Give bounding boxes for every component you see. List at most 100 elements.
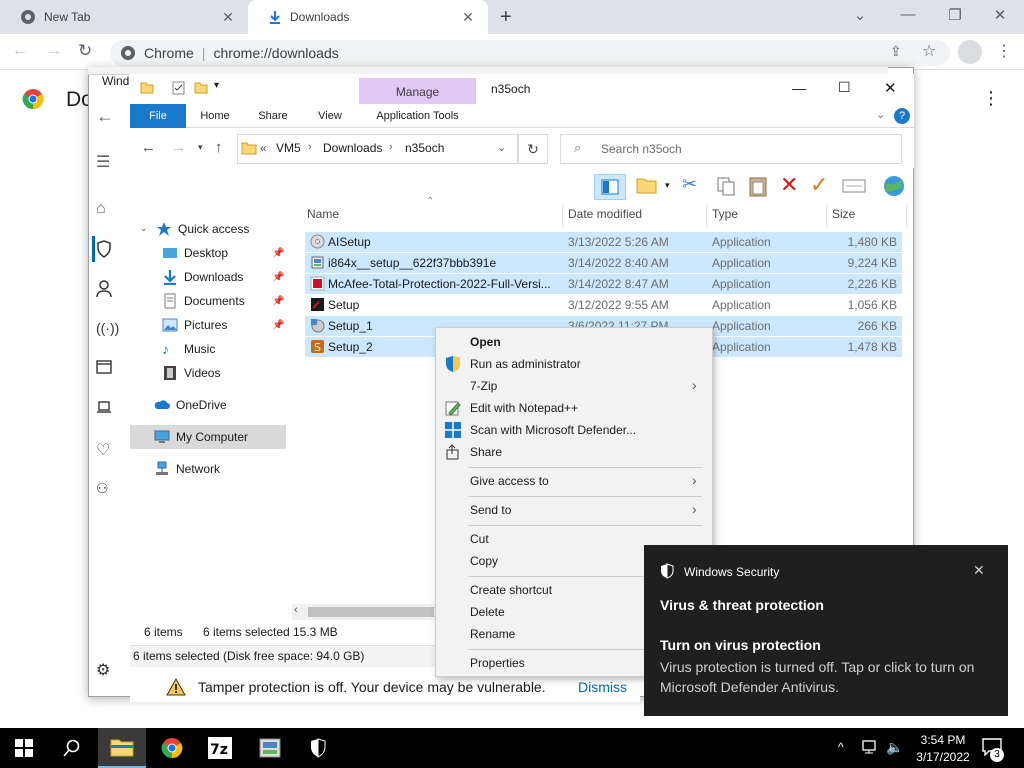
- family-icon[interactable]: ⚇: [96, 480, 122, 506]
- menu-give-access[interactable]: Give access to: [470, 470, 549, 492]
- menu-run-as-admin[interactable]: Run as administrator: [470, 353, 581, 375]
- home-icon[interactable]: ⌂: [96, 200, 122, 226]
- new-folder-icon[interactable]: [636, 175, 658, 195]
- laptop-icon[interactable]: [96, 400, 122, 426]
- bookmark-star-icon[interactable]: ☆: [922, 41, 936, 61]
- file-row[interactable]: Setup 3/12/2022 9:55 AM Application 1,05…: [305, 295, 902, 315]
- wireless-icon[interactable]: ((·)): [96, 320, 122, 346]
- column-type[interactable]: Type: [712, 205, 738, 223]
- clock-time[interactable]: 3:54 PM: [912, 733, 974, 747]
- close-icon[interactable]: ✕: [973, 562, 985, 579]
- delete-x-icon[interactable]: ✕: [780, 172, 798, 198]
- properties-check-icon[interactable]: [172, 81, 185, 95]
- nav-network[interactable]: Network: [154, 458, 220, 480]
- file-row[interactable]: i864x__setup__622f37bbb391e 3/14/2022 8:…: [305, 253, 902, 273]
- column-size[interactable]: Size: [832, 205, 855, 223]
- chevron-down-icon[interactable]: ⌄: [140, 223, 148, 234]
- dismiss-link[interactable]: Dismiss: [578, 679, 627, 695]
- refresh-icon[interactable]: ↻: [518, 134, 548, 164]
- chevron-down-icon[interactable]: ▾: [665, 180, 670, 191]
- nav-music[interactable]: ♪ Music: [162, 338, 215, 360]
- menu-cut[interactable]: Cut: [470, 528, 489, 550]
- file-row[interactable]: AISetup 3/13/2022 5:26 AM Application 1,…: [305, 232, 902, 252]
- maximize-icon[interactable]: ☐: [838, 79, 851, 96]
- app-browser-icon[interactable]: [96, 360, 122, 386]
- nav-documents[interactable]: Documents: [162, 290, 245, 312]
- breadcrumb-overflow[interactable]: «: [260, 141, 267, 155]
- settings-gear-icon[interactable]: ⚙: [96, 660, 122, 686]
- forward-arrow-icon[interactable]: →: [171, 139, 186, 156]
- scroll-left-icon[interactable]: ‹: [294, 604, 298, 616]
- windows-start-icon[interactable]: [0, 728, 48, 768]
- omnibox[interactable]: Chrome | chrome://downloads: [110, 40, 950, 66]
- profile-avatar[interactable]: [958, 40, 982, 64]
- installer-icon[interactable]: [246, 728, 294, 768]
- share-icon[interactable]: ⇪: [890, 43, 902, 60]
- menu-create-shortcut[interactable]: Create shortcut: [470, 579, 552, 601]
- checkmark-icon[interactable]: ✓: [810, 172, 828, 198]
- reload-icon[interactable]: ↻: [78, 41, 92, 61]
- copy-icon[interactable]: [716, 176, 736, 196]
- tab-new-tab[interactable]: New Tab ✕: [0, 0, 248, 34]
- close-icon[interactable]: ✕: [884, 79, 897, 97]
- rename-icon[interactable]: [842, 178, 866, 194]
- chevron-up-icon[interactable]: ^: [838, 740, 844, 754]
- pin-icon[interactable]: 📌: [272, 272, 284, 283]
- menu-edit-notepad[interactable]: Edit with Notepad++: [470, 397, 578, 419]
- shield-icon[interactable]: [96, 240, 122, 266]
- column-date-modified[interactable]: Date modified: [568, 205, 642, 223]
- tab-view[interactable]: View: [308, 104, 352, 128]
- restore-icon[interactable]: ❐: [945, 6, 965, 24]
- hamburger-icon[interactable]: ☰: [96, 152, 122, 178]
- globe-icon[interactable]: [882, 174, 906, 198]
- clock-date[interactable]: 3/17/2022: [912, 750, 974, 764]
- up-arrow-icon[interactable]: ↑: [215, 139, 223, 156]
- back-arrow-icon[interactable]: ←: [141, 139, 156, 156]
- search-icon[interactable]: [48, 728, 96, 768]
- close-tab-icon[interactable]: ✕: [460, 9, 476, 25]
- menu-open[interactable]: Open: [470, 331, 501, 353]
- nav-desktop[interactable]: Desktop: [162, 242, 228, 264]
- chevron-down-icon[interactable]: ⌄: [497, 141, 506, 154]
- nav-onedrive[interactable]: OneDrive: [154, 394, 227, 416]
- column-name[interactable]: Name: [307, 205, 339, 223]
- back-arrow-icon[interactable]: ←: [12, 42, 28, 60]
- new-folder-icon[interactable]: [194, 80, 208, 94]
- file-explorer-icon[interactable]: [98, 728, 146, 768]
- nav-my-computer[interactable]: My Computer: [154, 426, 248, 448]
- heart-pulse-icon[interactable]: ♡: [96, 440, 122, 466]
- menu-copy[interactable]: Copy: [470, 550, 498, 572]
- new-tab-button[interactable]: +: [500, 6, 512, 29]
- tab-file[interactable]: File: [130, 104, 186, 128]
- tab-downloads[interactable]: Downloads ✕: [248, 0, 488, 34]
- nav-downloads[interactable]: Downloads: [162, 266, 243, 288]
- page-menu-icon[interactable]: ⋮: [982, 88, 1000, 109]
- menu-properties[interactable]: Properties: [470, 652, 525, 674]
- pin-icon[interactable]: 📌: [272, 248, 284, 259]
- windows-security-icon[interactable]: [294, 728, 342, 768]
- back-arrow-icon[interactable]: ←: [96, 106, 122, 132]
- menu-7zip[interactable]: 7-Zip: [470, 375, 497, 397]
- preview-pane-icon[interactable]: [594, 174, 626, 200]
- close-window-icon[interactable]: ✕: [990, 6, 1010, 24]
- cut-icon[interactable]: ✂: [682, 174, 697, 195]
- qat-dropdown-icon[interactable]: ▾: [214, 80, 219, 91]
- tab-share[interactable]: Share: [250, 104, 296, 128]
- menu-scan-defender[interactable]: Scan with Microsoft Defender...: [470, 419, 636, 441]
- recent-locations-icon[interactable]: ▾: [198, 142, 203, 153]
- minimize-icon[interactable]: —: [898, 6, 918, 23]
- menu-send-to[interactable]: Send to: [470, 499, 511, 521]
- breadcrumb-n35och[interactable]: n35och: [405, 141, 444, 155]
- menu-rename[interactable]: Rename: [470, 623, 515, 645]
- tab-application-tools[interactable]: Application Tools: [362, 104, 473, 128]
- chevron-down-icon[interactable]: ⌄: [850, 6, 870, 24]
- nav-videos[interactable]: Videos: [162, 362, 220, 384]
- paste-icon[interactable]: [748, 175, 768, 197]
- minimize-icon[interactable]: —: [792, 80, 806, 96]
- file-row[interactable]: McAfee-Total-Protection-2022-Full-Versi.…: [305, 274, 902, 294]
- 7zip-icon[interactable]: 7z: [196, 728, 244, 768]
- breadcrumb-downloads[interactable]: Downloads: [323, 141, 382, 155]
- menu-delete[interactable]: Delete: [470, 601, 505, 623]
- volume-icon[interactable]: 🔈: [886, 739, 903, 756]
- help-icon[interactable]: ?: [894, 108, 910, 124]
